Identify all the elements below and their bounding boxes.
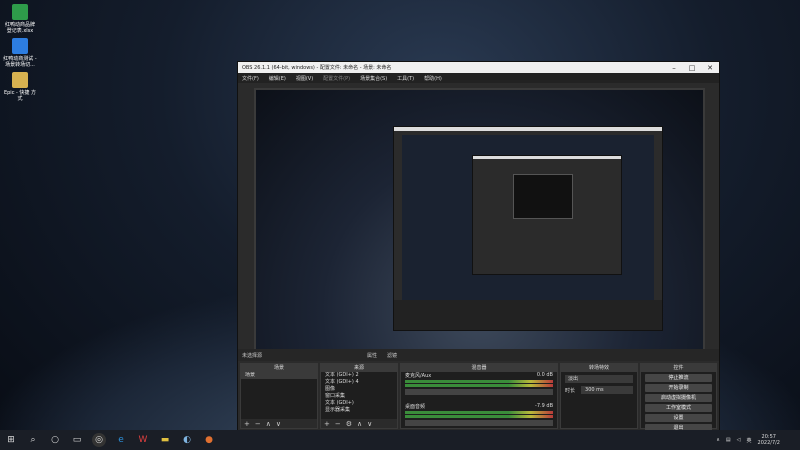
remove-icon[interactable]: − xyxy=(335,420,341,428)
duration-row: 时长 300 ms xyxy=(565,386,633,394)
sources-dock-title: 来源 xyxy=(321,364,397,372)
controls-dock: 控件 停止推流 开始录制 启动虚拟摄像机 工作室模式 设置 退出 xyxy=(640,363,717,432)
mixer-dock-title: 混音器 xyxy=(401,364,557,372)
settings-button[interactable]: 设置 xyxy=(645,414,712,422)
source-item[interactable]: 窗口采集 xyxy=(321,393,397,400)
close-icon[interactable]: ✕ xyxy=(701,64,719,72)
obs-docks: 未选择源 属性 滤镜 场景 场景 + − ∧ ∨ 来源 文本 (GDI+) 2 … xyxy=(238,349,719,432)
volume-slider[interactable] xyxy=(405,420,553,426)
sources-dock-toolbar: + − ⚙ ∧ ∨ xyxy=(321,419,397,428)
desktop-icon-xlsx[interactable]: 红鸭动商品牌 登记表.xlsx xyxy=(2,4,38,34)
volume-meter xyxy=(405,415,553,418)
task-view-icon[interactable]: ○ xyxy=(48,433,62,447)
scenes-dock: 场景 场景 + − ∧ ∨ xyxy=(240,363,318,429)
mixer-dock: 混音器 麦克风/Aux 0.0 dB 桌面音频 -7.9 dB xyxy=(400,363,558,429)
taskbar: ⊞ ⌕ ○ ▭ ◎ e W ▬ ◐ ● ∧ ▤ ◁ 英 20:57 2022/7… xyxy=(0,430,800,450)
menu-view[interactable]: 视图(V) xyxy=(296,75,313,82)
minimize-icon[interactable]: – xyxy=(665,64,683,72)
excel-file-icon xyxy=(12,4,28,20)
move-up-icon[interactable]: ∧ xyxy=(357,420,362,428)
gear-icon[interactable]: ⚙ xyxy=(346,420,352,428)
add-icon[interactable]: + xyxy=(324,420,330,428)
menu-profile[interactable]: 配置文件(P) xyxy=(323,75,350,82)
mixer-channel-name: 麦克风/Aux xyxy=(405,373,432,379)
network-icon[interactable]: ▤ xyxy=(726,437,731,443)
transition-select[interactable]: 淡出 xyxy=(565,375,633,383)
maximize-icon[interactable]: □ xyxy=(683,64,701,72)
wps-icon[interactable]: W xyxy=(136,433,150,447)
mixer-channel-level: -7.9 dB xyxy=(535,403,553,409)
source-item[interactable]: 文本 (GDI+) 4 xyxy=(321,379,397,386)
obs-icon[interactable]: ◎ xyxy=(92,433,106,447)
obs-menubar: 文件(F) 编辑(E) 视图(V) 配置文件(P) 场景集合(S) 工具(T) … xyxy=(238,73,719,83)
folder-shortcut-icon xyxy=(12,72,28,88)
mixer-channel-mic: 麦克风/Aux 0.0 dB xyxy=(401,372,557,379)
source-item[interactable]: 图像 xyxy=(321,386,397,393)
desktop-icon-test[interactable]: 红鸭动商测试 -场景转场切... xyxy=(2,38,38,68)
scene-item[interactable]: 场景 xyxy=(241,372,317,379)
menu-scene-collection[interactable]: 场景集合(S) xyxy=(360,75,387,82)
move-up-icon[interactable]: ∧ xyxy=(266,420,271,428)
desktop-icon-label: 红鸭动商测试 -场景转场切... xyxy=(3,56,37,68)
source-item[interactable]: 文本 (GDI+) 2 xyxy=(321,372,397,379)
properties-button[interactable]: 属性 xyxy=(367,352,377,359)
start-virtual-camera-button[interactable]: 启动虚拟摄像机 xyxy=(645,394,712,402)
file-explorer-icon[interactable]: ▬ xyxy=(158,433,172,447)
move-down-icon[interactable]: ∨ xyxy=(367,420,372,428)
menu-file[interactable]: 文件(F) xyxy=(242,75,259,82)
mixer-channel-level: 0.0 dB xyxy=(536,372,553,378)
volume-meter xyxy=(405,384,553,387)
firefox-icon[interactable]: ● xyxy=(202,433,216,447)
search-icon[interactable]: ⌕ xyxy=(26,433,40,447)
desktop-icon-label: 红鸭动商品牌 登记表.xlsx xyxy=(4,22,35,34)
source-item[interactable]: 显示器采集 xyxy=(321,407,397,414)
chevron-up-icon[interactable]: ∧ xyxy=(716,437,720,443)
clock-date: 2022/7/2 xyxy=(757,440,780,446)
nested-obs-window-2 xyxy=(472,155,622,275)
desktop-icon-label: Epic - 快捷 方式 xyxy=(3,90,37,102)
volume-icon[interactable]: ◁ xyxy=(737,437,741,443)
volume-slider[interactable] xyxy=(405,389,553,395)
scenes-dock-title: 场景 xyxy=(241,364,317,372)
move-down-icon[interactable]: ∨ xyxy=(276,420,281,428)
source-toolbar: 未选择源 属性 滤镜 xyxy=(238,349,719,361)
controls-dock-title: 控件 xyxy=(641,364,716,372)
menu-help[interactable]: 帮助(H) xyxy=(424,75,442,82)
volume-meter xyxy=(405,380,553,383)
windows-logo-icon[interactable]: ⊞ xyxy=(4,433,18,447)
steam-icon[interactable]: ◐ xyxy=(180,433,194,447)
volume-meter xyxy=(405,411,553,414)
menu-tools[interactable]: 工具(T) xyxy=(397,75,414,82)
duration-input[interactable]: 300 ms xyxy=(581,386,633,394)
remove-icon[interactable]: − xyxy=(255,420,261,428)
app-icon xyxy=(12,38,28,54)
stop-streaming-button[interactable]: 停止推流 xyxy=(645,374,712,382)
studio-mode-button[interactable]: 工作室模式 xyxy=(645,404,712,412)
sources-dock: 来源 文本 (GDI+) 2 文本 (GDI+) 4 图像 窗口采集 文本 (G… xyxy=(320,363,398,429)
desktop-icon-epic[interactable]: Epic - 快捷 方式 xyxy=(2,72,38,102)
transitions-dock: 转场特效 淡出 时长 300 ms xyxy=(560,363,638,429)
nested-obs-window xyxy=(393,126,663,331)
mixer-channel-name: 桌面音频 xyxy=(405,404,426,410)
widgets-icon[interactable]: ▭ xyxy=(70,433,84,447)
start-recording-button[interactable]: 开始录制 xyxy=(645,384,712,392)
obs-titlebar: OBS 26.1.1 (64-bit, windows) - 配置文件: 未命名… xyxy=(238,62,719,73)
menu-edit[interactable]: 编辑(E) xyxy=(269,75,286,82)
clock[interactable]: 20:57 2022/7/2 xyxy=(758,434,780,446)
transitions-dock-title: 转场特效 xyxy=(561,364,637,372)
obs-window-title: OBS 26.1.1 (64-bit, windows) - 配置文件: 未命名… xyxy=(242,65,392,71)
edge-icon[interactable]: e xyxy=(114,433,128,447)
filters-button[interactable]: 滤镜 xyxy=(387,352,397,359)
obs-window: OBS 26.1.1 (64-bit, windows) - 配置文件: 未命名… xyxy=(237,61,720,432)
add-icon[interactable]: + xyxy=(244,420,250,428)
duration-label: 时长 xyxy=(565,387,576,394)
source-item[interactable]: 文本 (GDI+) xyxy=(321,400,397,407)
system-tray: ∧ ▤ ◁ 英 20:57 2022/7/2 xyxy=(716,434,800,446)
input-language[interactable]: 英 xyxy=(747,437,752,444)
desktop: 红鸭动商品牌 登记表.xlsx 红鸭动商测试 -场景转场切... Epic - … xyxy=(0,0,800,450)
no-source-selected-label: 未选择源 xyxy=(242,352,263,359)
mixer-channel-desktop: 桌面音频 -7.9 dB xyxy=(401,403,557,410)
scenes-dock-toolbar: + − ∧ ∨ xyxy=(241,419,317,428)
